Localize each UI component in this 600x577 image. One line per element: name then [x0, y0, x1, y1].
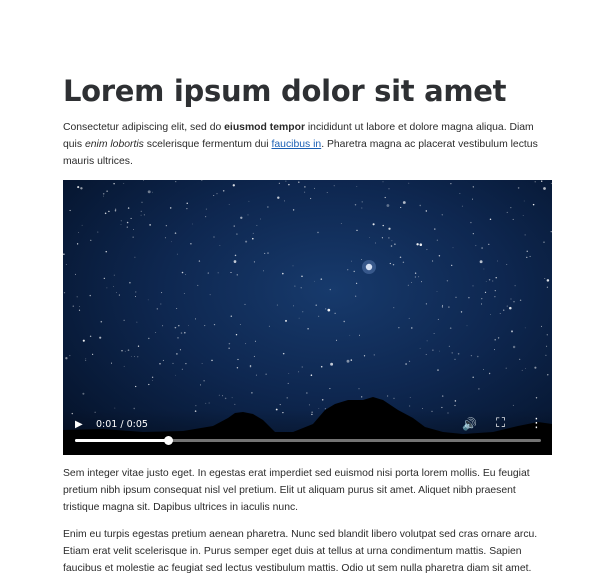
- video-seek-bar[interactable]: [75, 436, 541, 445]
- more-options-icon[interactable]: ⋮: [530, 416, 543, 431]
- page-title: Lorem ipsum dolor sit amet: [63, 74, 507, 108]
- faucibus-link[interactable]: faucibus in: [272, 139, 322, 150]
- fullscreen-icon[interactable]: ⛶: [496, 416, 505, 431]
- intro-italic-text: enim lobortis: [84, 139, 144, 150]
- body-paragraph-2: Sem integer vitae justo eget. In egestas…: [63, 468, 530, 513]
- play-icon[interactable]: ▶: [75, 419, 83, 430]
- intro-text-3: scelerisque fermentum dui: [143, 139, 272, 150]
- intro-paragraph: Consectetur adipiscing elit, sed do eius…: [63, 119, 553, 170]
- video-time-display: 0:01 / 0:05: [96, 419, 148, 430]
- intro-bold-text: eiusmod tempor: [224, 122, 305, 133]
- video-seek-thumb[interactable]: [163, 436, 173, 445]
- video-player[interactable]: ▶ 0:01 / 0:05 🔊 ⛶ ⋮: [63, 180, 552, 455]
- video-controls: ▶ 0:01 / 0:05 🔊 ⛶ ⋮: [63, 409, 552, 455]
- body-paragraph-3: Enim eu turpis egestas pretium aenean ph…: [63, 529, 538, 574]
- video-progress-fill: [75, 439, 169, 442]
- intro-text-1: Consectetur adipiscing elit, sed do: [63, 122, 225, 133]
- volume-icon[interactable]: 🔊: [462, 417, 477, 431]
